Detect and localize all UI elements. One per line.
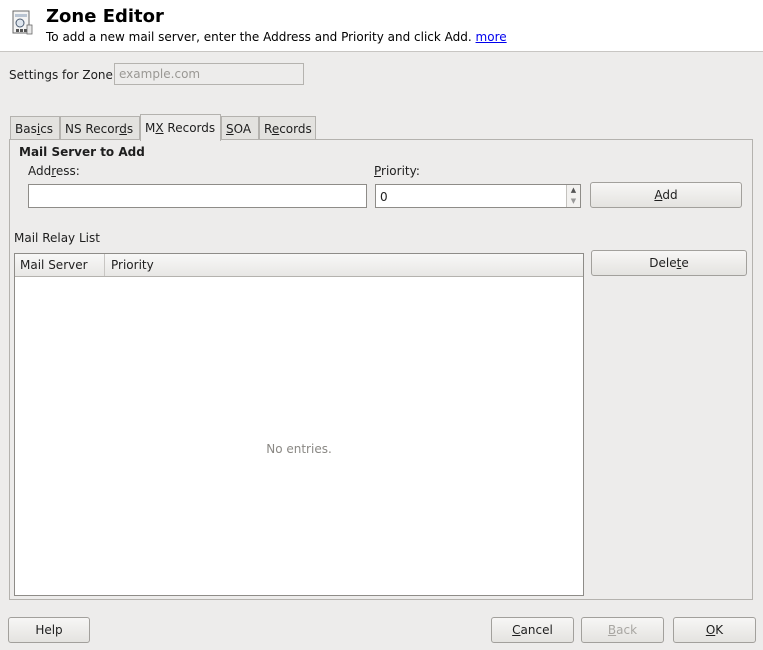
- zone-editor-icon: [12, 10, 33, 35]
- empty-message: No entries.: [266, 442, 332, 456]
- tab-records[interactable]: Records: [259, 116, 316, 139]
- spin-down-icon[interactable]: ▼: [567, 196, 580, 207]
- help-button[interactable]: Help: [8, 617, 90, 643]
- column-mail-server[interactable]: Mail Server: [15, 254, 105, 276]
- column-priority[interactable]: Priority: [105, 254, 583, 276]
- priority-label: Priority:: [374, 164, 420, 178]
- zone-label: Settings for Zone: [9, 68, 113, 82]
- address-input[interactable]: [28, 184, 367, 208]
- tab-mx-records[interactable]: MX Records: [140, 114, 221, 141]
- dialog-description: To add a new mail server, enter the Addr…: [46, 30, 507, 44]
- mail-relay-table[interactable]: Mail Server Priority No entries.: [14, 253, 584, 596]
- priority-spin-buttons: ▲ ▼: [566, 185, 580, 207]
- cancel-button[interactable]: Cancel: [491, 617, 574, 643]
- back-button: Back: [581, 617, 664, 643]
- table-header: Mail Server Priority: [15, 254, 583, 277]
- dialog-title: Zone Editor: [46, 6, 164, 27]
- add-button[interactable]: Add: [590, 182, 742, 208]
- dialog-header: Zone Editor To add a new mail server, en…: [0, 0, 763, 52]
- more-link[interactable]: more: [476, 30, 507, 44]
- tab-ns-records[interactable]: NS Records: [60, 116, 140, 139]
- ok-button[interactable]: OK: [673, 617, 756, 643]
- tab-soa[interactable]: SOA: [221, 116, 259, 139]
- tab-basics[interactable]: Basics: [10, 116, 60, 139]
- priority-spinbox[interactable]: 0 ▲ ▼: [375, 184, 581, 208]
- zone-input: [114, 63, 304, 85]
- mail-server-section-title: Mail Server to Add: [19, 145, 145, 159]
- description-text: To add a new mail server, enter the Addr…: [46, 30, 472, 44]
- spin-up-icon[interactable]: ▲: [567, 185, 580, 196]
- address-label: Address:: [28, 164, 80, 178]
- delete-button[interactable]: Delete: [591, 250, 747, 276]
- priority-value[interactable]: 0: [380, 190, 388, 204]
- mail-relay-list-label: Mail Relay List: [14, 231, 100, 245]
